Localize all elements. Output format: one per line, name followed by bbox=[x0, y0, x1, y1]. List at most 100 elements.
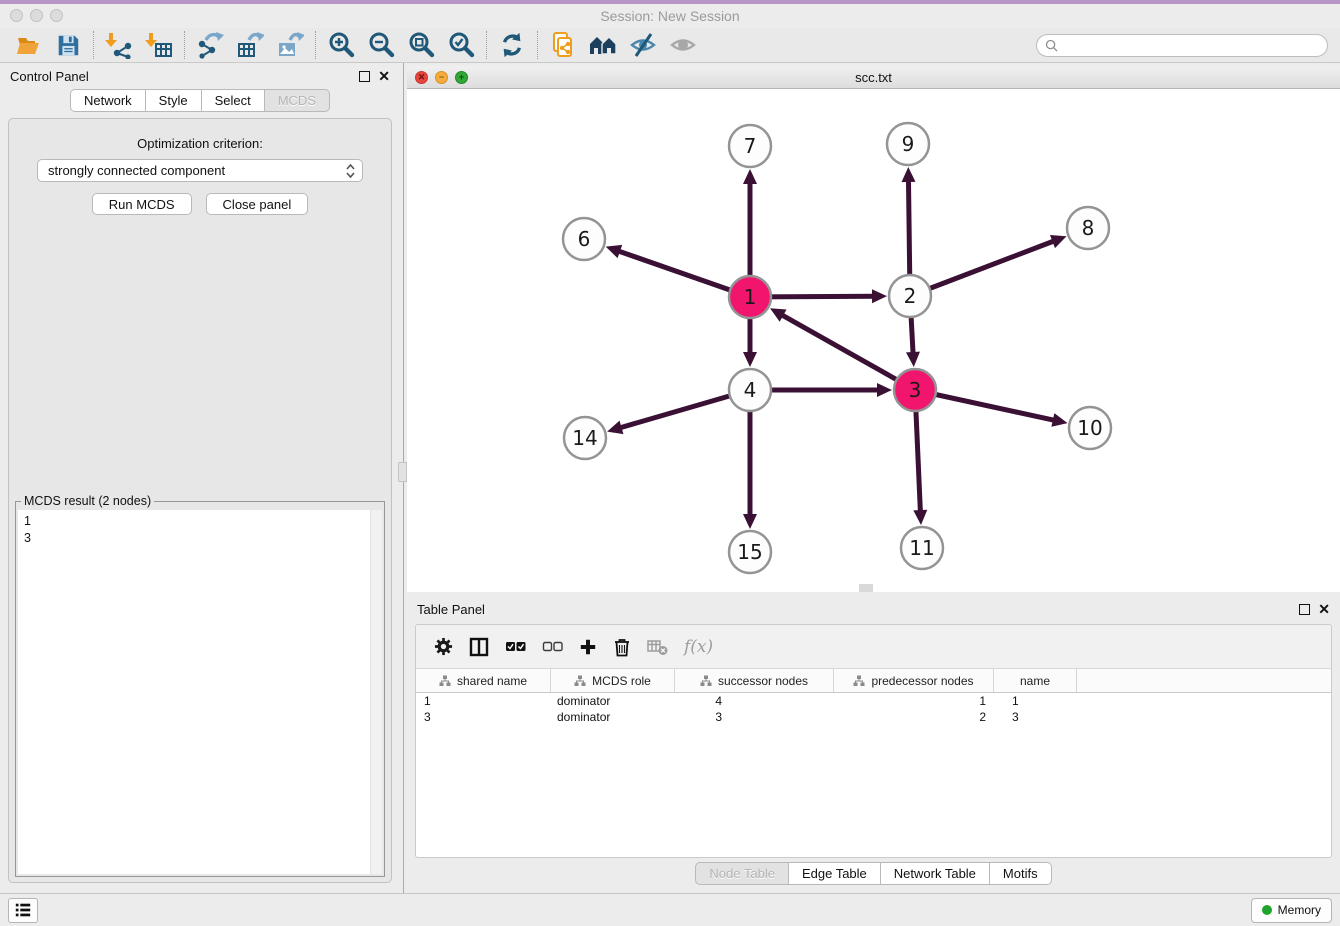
table-cell[interactable]: dominator bbox=[551, 693, 675, 709]
fx-icon: f(x) bbox=[684, 637, 713, 657]
graph-node-label: 1 bbox=[744, 285, 757, 309]
tab-network[interactable]: Network bbox=[70, 89, 146, 112]
import-table-button[interactable] bbox=[139, 30, 179, 60]
zoom-fit-button[interactable] bbox=[401, 30, 441, 60]
graph-edge-arrowhead bbox=[902, 167, 916, 182]
column-type-icon bbox=[700, 675, 712, 687]
table-cell[interactable]: dominator bbox=[551, 709, 675, 725]
table-cell[interactable]: 3 bbox=[675, 709, 834, 725]
delete-column-button[interactable] bbox=[613, 637, 631, 657]
eye-slash-icon bbox=[629, 31, 657, 59]
table-row[interactable]: 3dominator323 bbox=[416, 709, 1331, 725]
memory-button[interactable]: Memory bbox=[1251, 898, 1332, 923]
close-panel-button[interactable]: Close panel bbox=[206, 193, 309, 215]
table-panel-maximize-icon[interactable] bbox=[1299, 604, 1310, 615]
table-cell[interactable]: 1 bbox=[994, 693, 1077, 709]
hide-selected-button[interactable] bbox=[623, 30, 663, 60]
open-session-button[interactable] bbox=[8, 30, 48, 60]
checked-boxes-icon bbox=[505, 640, 526, 654]
trash-icon bbox=[613, 637, 631, 657]
table-cell[interactable]: 1 bbox=[416, 693, 551, 709]
import-network-button[interactable] bbox=[99, 30, 139, 60]
table-cell[interactable]: 3 bbox=[416, 709, 551, 725]
tab-select[interactable]: Select bbox=[202, 89, 265, 112]
save-icon bbox=[55, 32, 81, 58]
show-all-button[interactable] bbox=[663, 30, 703, 60]
panel-splitter-grip[interactable] bbox=[398, 462, 407, 482]
zoom-out-button[interactable] bbox=[361, 30, 401, 60]
refresh-button[interactable] bbox=[492, 30, 532, 60]
column-visibility-button[interactable] bbox=[469, 637, 489, 657]
tab-edge-table[interactable]: Edge Table bbox=[789, 862, 881, 885]
control-panel-close-icon[interactable]: ✕ bbox=[378, 71, 390, 82]
table-settings-button[interactable] bbox=[434, 637, 453, 656]
task-history-button[interactable] bbox=[8, 898, 38, 923]
optimization-criterion-select[interactable]: strongly connected component bbox=[37, 159, 363, 182]
zoom-out-icon bbox=[367, 31, 395, 59]
control-panel-maximize-icon[interactable] bbox=[359, 71, 370, 82]
status-bar: Memory bbox=[0, 893, 1340, 926]
network-window-titlebar[interactable]: ✕ − + scc.txt bbox=[407, 66, 1340, 89]
table-cell[interactable]: 4 bbox=[675, 693, 834, 709]
table-cell[interactable]: 2 bbox=[834, 709, 994, 725]
select-all-columns-button[interactable] bbox=[505, 640, 526, 654]
graph-node-label: 10 bbox=[1077, 416, 1102, 440]
unchecked-boxes-icon bbox=[542, 640, 563, 654]
network-minimize-button[interactable]: − bbox=[435, 71, 448, 84]
duplicate-network-button[interactable] bbox=[543, 30, 583, 60]
memory-status-icon bbox=[1262, 905, 1272, 915]
table-row[interactable]: 1dominator411 bbox=[416, 693, 1331, 709]
window-traffic-lights[interactable] bbox=[10, 9, 63, 22]
tab-style[interactable]: Style bbox=[146, 89, 202, 112]
search-box[interactable] bbox=[1036, 34, 1328, 57]
add-column-button[interactable] bbox=[579, 638, 597, 656]
tab-node-table[interactable]: Node Table bbox=[695, 862, 789, 885]
network-zoom-button[interactable]: + bbox=[455, 71, 468, 84]
network-close-button[interactable]: ✕ bbox=[415, 71, 428, 84]
tab-motifs[interactable]: Motifs bbox=[990, 862, 1052, 885]
plus-icon bbox=[579, 638, 597, 656]
column-header-predecessor-nodes[interactable]: predecessor nodes bbox=[834, 669, 994, 692]
unselect-all-columns-button[interactable] bbox=[542, 640, 563, 654]
split-resize-handle[interactable] bbox=[859, 584, 873, 592]
export-image-button[interactable] bbox=[270, 30, 310, 60]
graph-edge-2-8[interactable] bbox=[910, 240, 1056, 296]
close-window-button[interactable] bbox=[10, 9, 23, 22]
zoom-in-button[interactable] bbox=[321, 30, 361, 60]
mcds-result-scrollbar[interactable] bbox=[370, 510, 382, 874]
optimization-criterion-label: Optimization criterion: bbox=[9, 136, 391, 151]
table-cell[interactable]: 3 bbox=[994, 709, 1077, 725]
column-header-mcds-role[interactable]: MCDS role bbox=[551, 669, 675, 692]
table-cell[interactable]: 1 bbox=[834, 693, 994, 709]
minimize-window-button[interactable] bbox=[30, 9, 43, 22]
save-session-button[interactable] bbox=[48, 30, 88, 60]
network-window-title: scc.txt bbox=[407, 70, 1340, 85]
function-builder-button[interactable]: f(x) bbox=[684, 637, 713, 657]
table-panel-close-icon[interactable]: ✕ bbox=[1318, 604, 1330, 615]
gear-icon bbox=[434, 637, 453, 656]
network-canvas[interactable]: 7968124314101511 bbox=[407, 89, 1340, 592]
column-header-successor-nodes[interactable]: successor nodes bbox=[675, 669, 834, 692]
tab-network-table[interactable]: Network Table bbox=[881, 862, 990, 885]
home-button[interactable] bbox=[583, 30, 623, 60]
column-header-name[interactable]: name bbox=[994, 669, 1077, 692]
search-icon bbox=[1045, 39, 1058, 52]
graph-edge-arrowhead bbox=[607, 421, 623, 434]
export-table-button[interactable] bbox=[230, 30, 270, 60]
tab-mcds[interactable]: MCDS bbox=[265, 89, 330, 112]
run-mcds-button[interactable]: Run MCDS bbox=[92, 193, 192, 215]
delete-table-button[interactable] bbox=[647, 638, 668, 656]
mcds-result-area[interactable]: 13 bbox=[18, 510, 382, 874]
export-network-button[interactable] bbox=[190, 30, 230, 60]
selected-option: strongly connected component bbox=[48, 163, 345, 178]
zoom-window-button[interactable] bbox=[50, 9, 63, 22]
column-header-shared-name[interactable]: shared name bbox=[416, 669, 551, 692]
zoom-selected-button[interactable] bbox=[441, 30, 481, 60]
mcds-result-title: MCDS result (2 nodes) bbox=[21, 494, 154, 508]
graph-edge-3-1[interactable] bbox=[780, 314, 915, 390]
search-input[interactable] bbox=[1063, 38, 1319, 52]
import-network-icon bbox=[105, 31, 133, 59]
duplicate-network-icon bbox=[549, 31, 577, 59]
control-panel: Control Panel ✕ NetworkStyleSelectMCDS O… bbox=[0, 63, 400, 893]
graph-node-label: 4 bbox=[744, 378, 757, 402]
